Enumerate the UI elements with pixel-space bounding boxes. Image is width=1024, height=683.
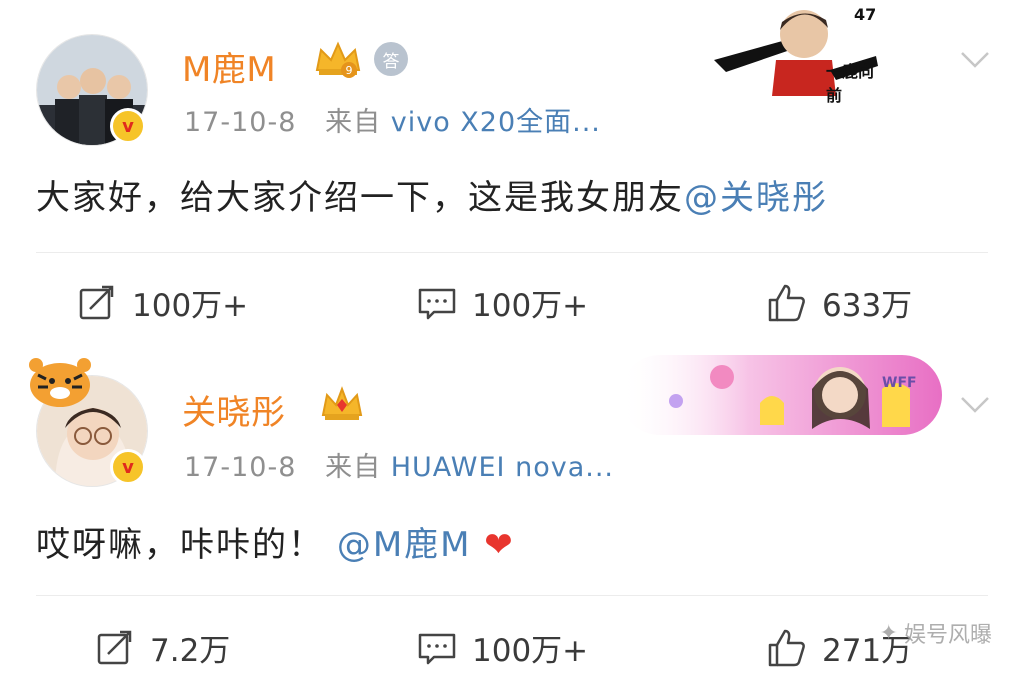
post-source[interactable]: vivo X20全面... xyxy=(391,107,601,138)
fan-banner[interactable]: 47 一鹿向前 xyxy=(706,0,882,105)
vip-crown-icon: 9 xyxy=(315,41,361,78)
vip-level: 9 xyxy=(346,64,353,77)
repost-count: 7.2万 xyxy=(150,633,231,669)
post-content: 大家好，给大家介绍一下，这是我女朋友@关晓彤 xyxy=(36,170,828,219)
watermark: ✦ 娱号风曝 xyxy=(880,617,992,649)
source-prefix: 来自 xyxy=(325,107,382,138)
divider xyxy=(36,595,988,596)
wechat-icon: ✦ xyxy=(879,620,898,646)
like-count: 633万 xyxy=(822,288,913,324)
repost-button[interactable]: 7.2万 xyxy=(94,625,230,670)
thumbs-up-icon xyxy=(768,284,805,321)
repost-button[interactable]: 100万+ xyxy=(76,280,248,325)
svg-text:47: 47 xyxy=(854,5,876,24)
chevron-down-icon[interactable] xyxy=(958,387,992,421)
watermark-text: 娱号风曝 xyxy=(903,623,992,648)
fan-banner-text: WFF xyxy=(882,375,917,391)
post-meta: 17-10-8 来自 HUAWEI nova... xyxy=(184,445,614,484)
heart-icon: ❤ xyxy=(484,525,515,565)
verified-badge-icon: v xyxy=(110,449,146,485)
weibo-post-2: v 关晓彤 WFF 17-10-8 来自 HUAWEI nova... 哎呀嘛，… xyxy=(0,345,1024,683)
mention-link[interactable]: @M鹿M xyxy=(337,525,472,565)
post-text: 哎呀嘛，咔咔的！ xyxy=(36,525,324,565)
verified-badge-icon: v xyxy=(110,108,146,144)
divider xyxy=(36,252,988,253)
qa-medal-icon: 答 xyxy=(374,42,408,76)
repost-icon xyxy=(79,285,114,319)
username[interactable]: 关晓彤 xyxy=(182,385,286,434)
post-date: 17-10-8 xyxy=(184,452,297,483)
like-button[interactable]: 633万 xyxy=(766,280,912,325)
thumbs-up-icon xyxy=(768,629,805,666)
tiger-decoration-icon xyxy=(29,358,91,407)
avatar[interactable]: v xyxy=(36,34,148,146)
username[interactable]: M鹿M xyxy=(182,42,276,91)
comment-button[interactable]: 100万+ xyxy=(416,280,588,325)
comment-icon xyxy=(418,633,456,664)
mention-link[interactable]: @关晓彤 xyxy=(684,178,828,218)
post-meta: 17-10-8 来自 vivo X20全面... xyxy=(184,100,601,139)
post-date: 17-10-8 xyxy=(184,107,297,138)
comment-button[interactable]: 100万+ xyxy=(416,625,588,670)
weibo-post-1: v M鹿M 9 答 47 一鹿向前 17-10-8 来自 vivo X20全面.… xyxy=(0,0,1024,345)
repost-icon xyxy=(97,630,132,664)
post-source[interactable]: HUAWEI nova... xyxy=(391,452,614,483)
post-text: 大家好，给大家介绍一下，这是我女朋友 xyxy=(36,178,684,218)
fan-banner[interactable]: WFF xyxy=(620,349,944,441)
post-content: 哎呀嘛，咔咔的！ @M鹿M ❤ xyxy=(36,517,515,566)
vip-crown-icon xyxy=(321,386,363,420)
comment-icon xyxy=(418,288,456,319)
comment-count: 100万+ xyxy=(472,288,589,324)
repost-count: 100万+ xyxy=(132,288,249,324)
comment-count: 100万+ xyxy=(472,633,589,669)
source-prefix: 来自 xyxy=(325,452,382,483)
fan-banner-text: 一鹿向前 xyxy=(826,62,875,105)
chevron-down-icon[interactable] xyxy=(958,42,992,76)
